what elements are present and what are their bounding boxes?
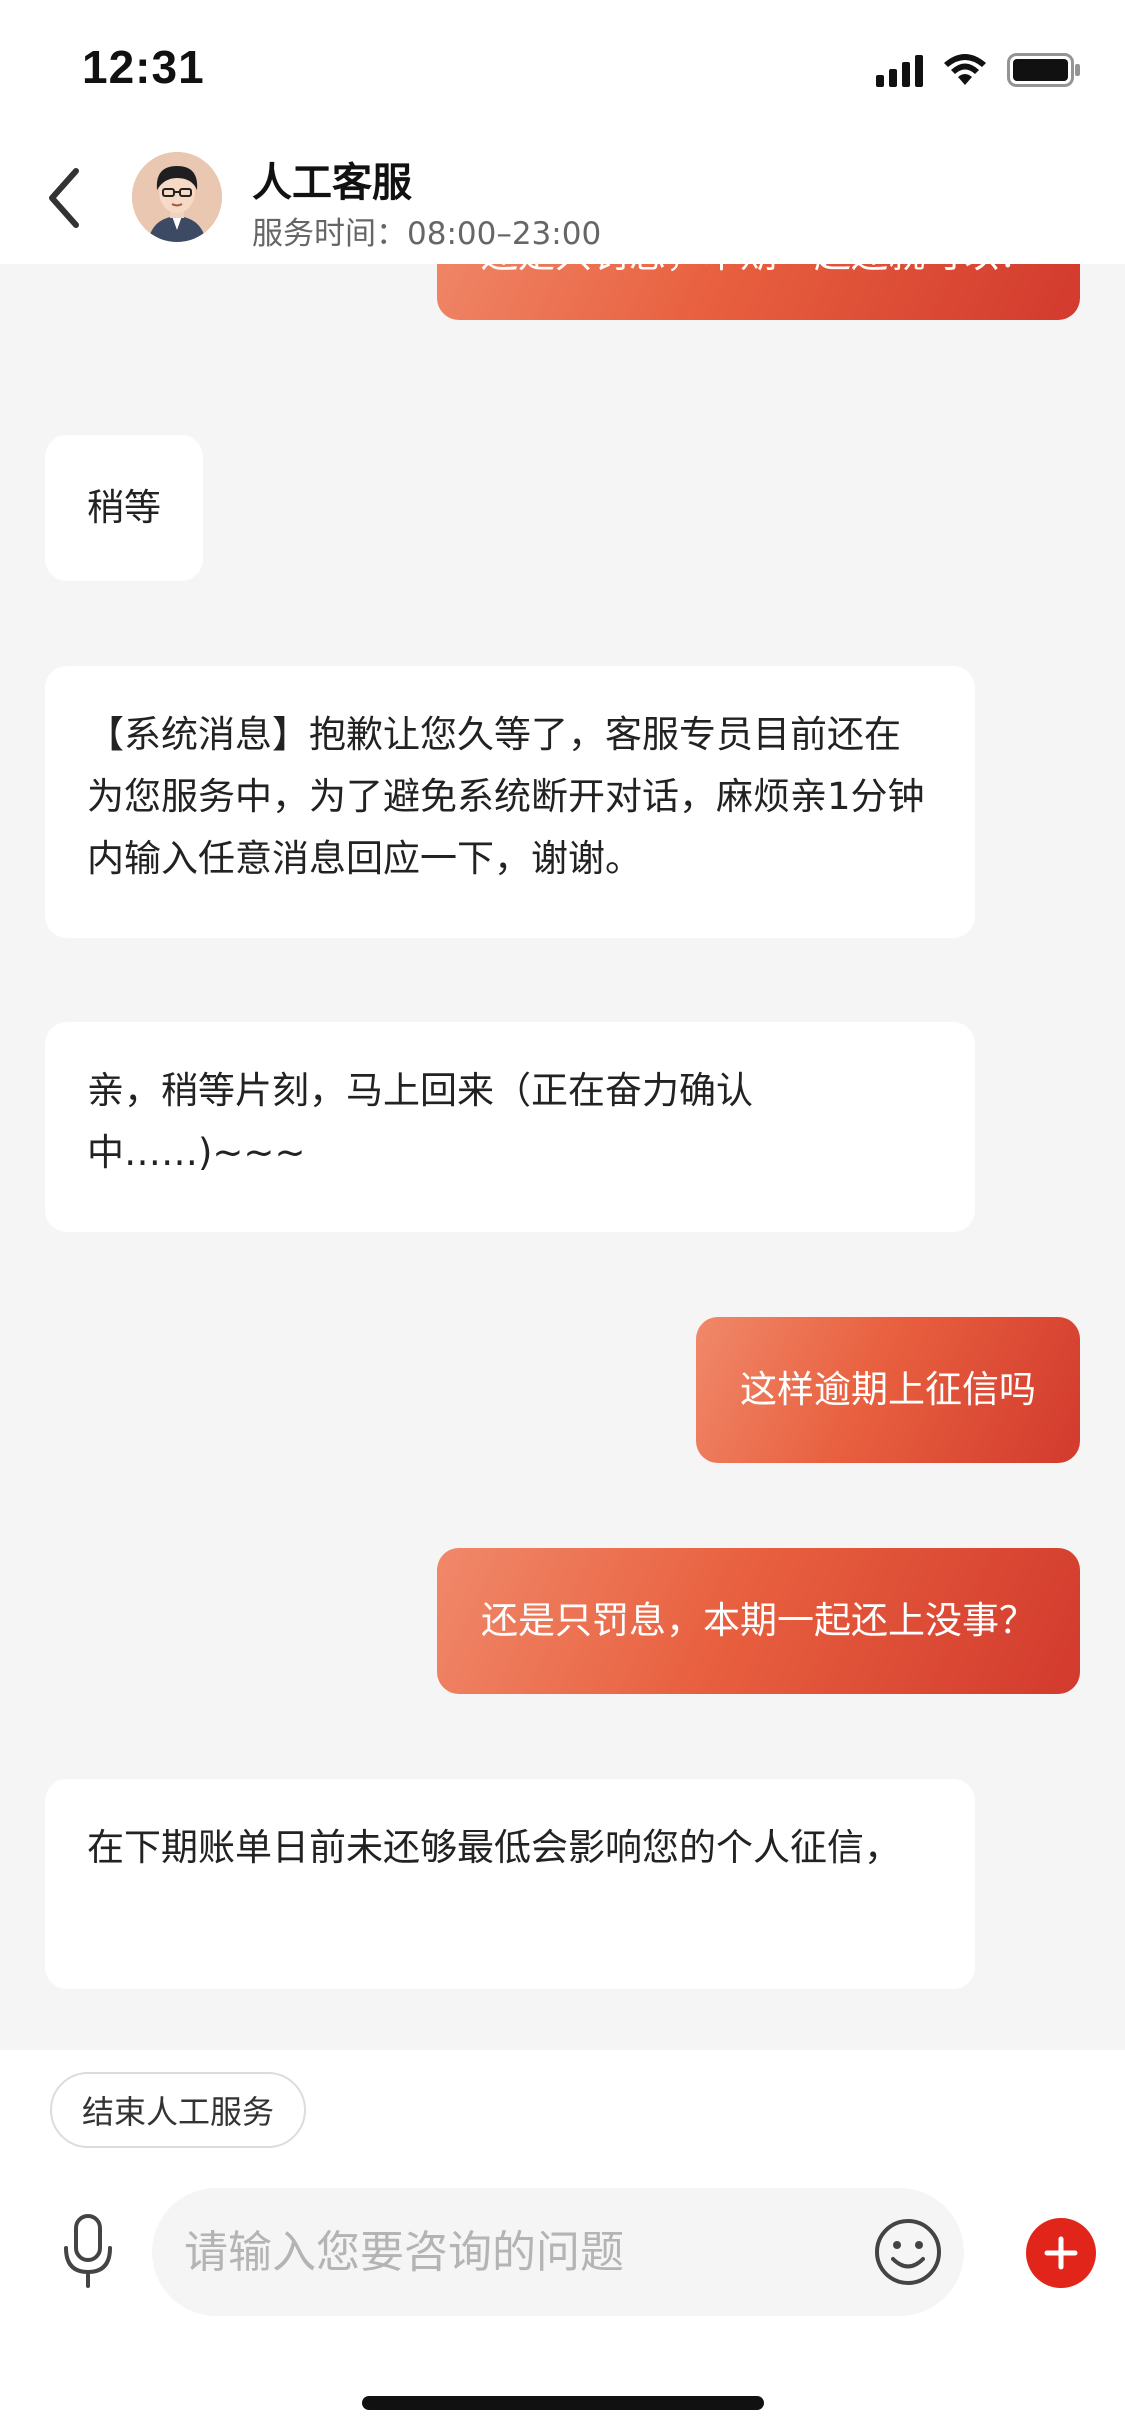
back-button[interactable] [36, 162, 92, 234]
agent-name: 人工客服 [252, 160, 412, 206]
cellular-signal-icon [876, 53, 923, 87]
more-actions-button[interactable] [1026, 2218, 1096, 2288]
plus-icon [1044, 2236, 1078, 2270]
message-text: 还是只罚息，本期一起还就可以？ [481, 264, 1036, 286]
wifi-icon [944, 54, 986, 85]
message-bubble-system[interactable]: 【系统消息】抱歉让您久等了，客服专员目前还在为您服务中，为了避免系统断开对话，麻… [45, 666, 975, 938]
message-bubble-outgoing[interactable]: 这样逾期上征信吗 [696, 1317, 1080, 1463]
message-bubble-incoming[interactable]: 稍等 [45, 435, 203, 581]
service-hours: 服务时间：08:00–23:00 [252, 216, 602, 252]
message-bubble-outgoing[interactable]: 还是只罚息，本期一起还上没事？ [437, 1548, 1080, 1694]
status-icons [876, 50, 1081, 90]
message-text: 亲，稍等片刻，马上回来（正在奋力确认中……)~~~ [87, 1069, 753, 1174]
agent-avatar [132, 152, 222, 242]
message-bubble-outgoing[interactable]: 还是只罚息，本期一起还就可以？ [437, 264, 1080, 320]
chevron-left-icon [49, 168, 79, 228]
agent-portrait-icon [132, 152, 222, 242]
battery-icon [1007, 53, 1080, 87]
message-text: 还是只罚息，本期一起还上没事？ [481, 1599, 1036, 1642]
end-service-button[interactable]: 结束人工服务 [50, 2072, 307, 2148]
message-text: 在下期账单日前未还够最低会影响您的个人征信， [87, 1826, 901, 1869]
microphone-icon [64, 2214, 112, 2288]
emoji-button[interactable] [872, 2216, 944, 2288]
status-time: 12:31 [82, 41, 205, 93]
message-text: 稍等 [87, 486, 161, 529]
smiley-icon [875, 2219, 941, 2285]
message-input-wrapper [152, 2188, 964, 2316]
voice-input-button[interactable] [58, 2212, 118, 2292]
chat-screen: 12:31 人工客服 服务时间：08:00–23:00 稍等 【系统消息】抱歉让… [0, 0, 1125, 2436]
message-input[interactable] [184, 2188, 834, 2316]
status-bar: 12:31 [0, 0, 1125, 132]
chat-header: 人工客服 服务时间：08:00–23:00 [0, 132, 1125, 264]
message-text: 【系统消息】抱歉让您久等了，客服专员目前还在为您服务中，为了避免系统断开对话，麻… [87, 713, 925, 880]
message-bubble-incoming[interactable]: 亲，稍等片刻，马上回来（正在奋力确认中……)~~~ [45, 1022, 975, 1232]
composer-area: 结束人工服务 [0, 2050, 1125, 2436]
message-list[interactable]: 还是只罚息，本期一起还就可以？ 稍等 【系统消息】抱歉让您久等了，客服专员目前还… [0, 264, 1125, 2050]
home-indicator [362, 2396, 764, 2410]
message-bubble-incoming[interactable]: 在下期账单日前未还够最低会影响您的个人征信， [45, 1779, 975, 1989]
message-text: 这样逾期上征信吗 [740, 1368, 1036, 1411]
